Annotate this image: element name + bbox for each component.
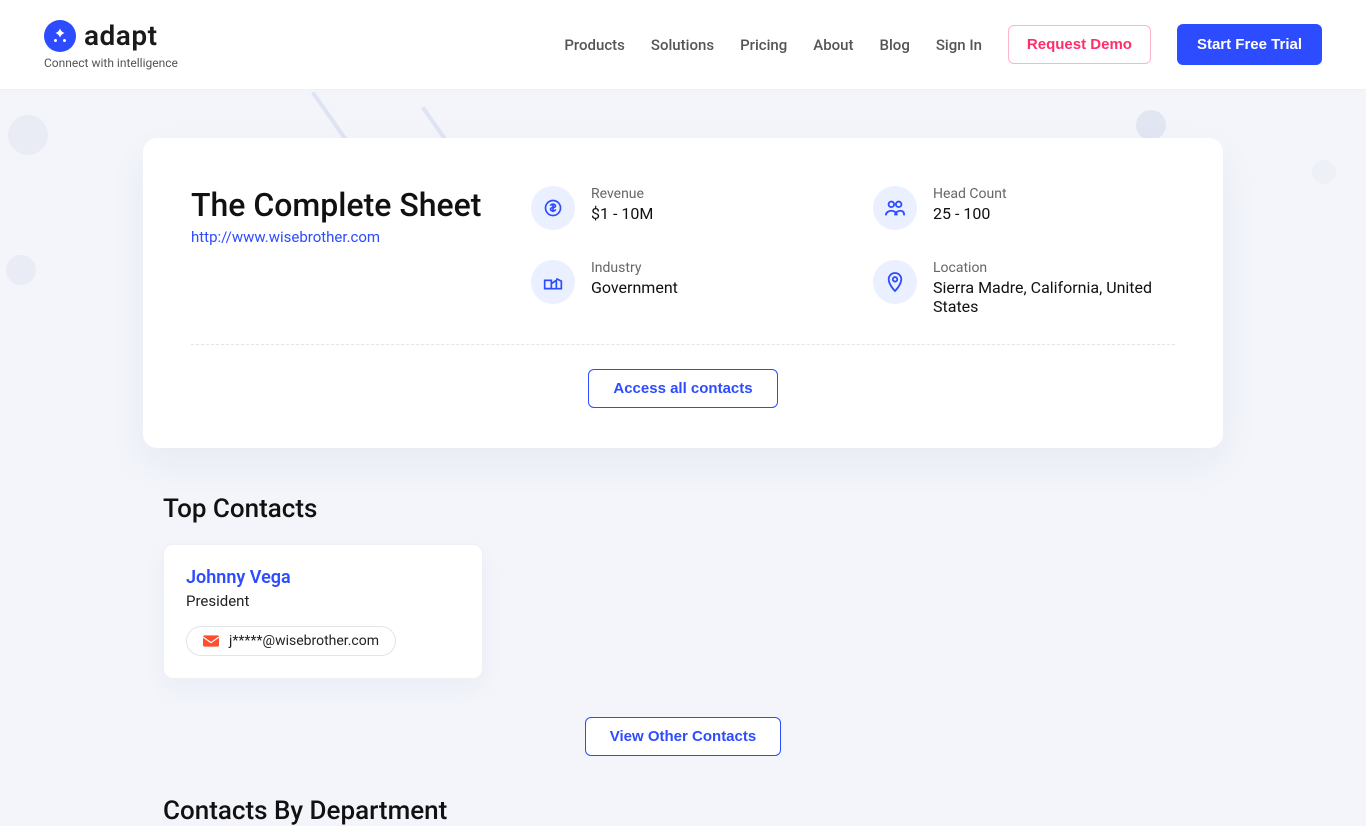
industry-icon: [531, 260, 575, 304]
logo-text: adapt: [84, 19, 158, 52]
decor-line: [311, 91, 349, 142]
people-icon: [873, 186, 917, 230]
nav-about[interactable]: About: [813, 36, 853, 54]
contact-email-pill[interactable]: j*****@wisebrother.com: [186, 626, 396, 656]
top-contacts-heading: Top Contacts: [163, 494, 1223, 524]
stat-revenue: Revenue $1 - 10M: [531, 186, 833, 230]
stat-label: Head Count: [933, 186, 1007, 202]
stat-value: Sierra Madre, California, United States: [933, 278, 1175, 316]
dollar-icon: [531, 186, 575, 230]
decor-circle: [6, 255, 36, 285]
contact-job-title: President: [186, 592, 460, 610]
request-demo-button[interactable]: Request Demo: [1008, 25, 1151, 64]
decor-circle: [1312, 160, 1336, 184]
stat-industry: Industry Government: [531, 260, 833, 316]
contact-card: Johnny Vega President j*****@wisebrother…: [163, 544, 483, 679]
company-summary-card: The Complete Sheet http://www.wisebrothe…: [143, 138, 1223, 448]
nav-pricing[interactable]: Pricing: [740, 36, 787, 54]
primary-nav: Products Solutions Pricing About Blog Si…: [564, 24, 1322, 65]
view-other-contacts-button[interactable]: View Other Contacts: [585, 717, 781, 756]
stat-location: Location Sierra Madre, California, Unite…: [873, 260, 1175, 316]
logo-icon: [44, 20, 76, 52]
stat-label: Revenue: [591, 186, 653, 202]
site-header: adapt Connect with intelligence Products…: [0, 0, 1366, 90]
stat-label: Industry: [591, 260, 678, 276]
mail-icon: [203, 635, 219, 647]
stat-label: Location: [933, 260, 1175, 276]
location-pin-icon: [873, 260, 917, 304]
logo[interactable]: adapt Connect with intelligence: [44, 19, 178, 70]
contact-name-link[interactable]: Johnny Vega: [186, 567, 291, 588]
stat-value: Government: [591, 278, 678, 297]
company-name: The Complete Sheet: [191, 186, 491, 224]
stat-value: 25 - 100: [933, 204, 1007, 223]
contacts-by-department-heading: Contacts By Department: [163, 796, 1223, 826]
stat-headcount: Head Count 25 - 100: [873, 186, 1175, 230]
company-website-link[interactable]: http://www.wisebrother.com: [191, 228, 380, 246]
stat-value: $1 - 10M: [591, 204, 653, 223]
decor-circle: [8, 115, 48, 155]
start-free-trial-button[interactable]: Start Free Trial: [1177, 24, 1322, 65]
nav-blog[interactable]: Blog: [880, 36, 910, 54]
logo-tagline: Connect with intelligence: [44, 56, 178, 70]
access-all-contacts-button[interactable]: Access all contacts: [588, 369, 777, 408]
contact-email-text: j*****@wisebrother.com: [229, 633, 379, 649]
nav-signin[interactable]: Sign In: [936, 36, 982, 54]
nav-products[interactable]: Products: [564, 36, 625, 54]
nav-solutions[interactable]: Solutions: [651, 36, 714, 54]
decor-circle: [1136, 110, 1166, 140]
